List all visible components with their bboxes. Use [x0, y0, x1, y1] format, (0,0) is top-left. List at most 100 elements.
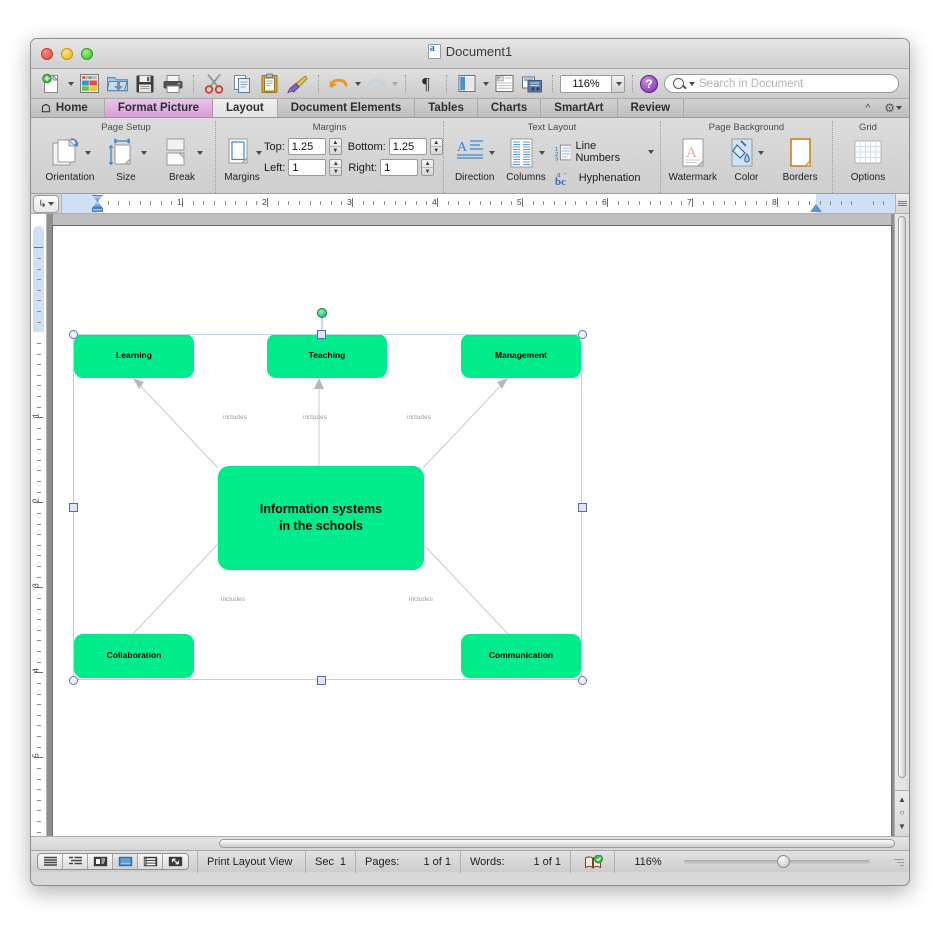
margin-left-field[interactable]: Left: 1 ▲ ▼: [264, 159, 343, 176]
margin-bottom-input[interactable]: 1.25: [388, 138, 427, 155]
zoom-stepper-icon[interactable]: [612, 74, 625, 93]
vertical-ruler[interactable]: 1 2 3 4 5: [31, 214, 47, 836]
page-color-dropdown-icon[interactable]: [758, 151, 765, 155]
resize-handle-bottom-center[interactable]: [317, 676, 326, 685]
document-canvas[interactable]: includes includes includes includes incl…: [47, 214, 894, 836]
line-numbers-button[interactable]: 123 Line Numbers: [555, 140, 654, 164]
resize-handle-bottom-left[interactable]: [69, 676, 78, 685]
zoom-value[interactable]: 116%: [560, 74, 612, 93]
resize-handle-top-right[interactable]: [578, 330, 587, 339]
zoom-slider[interactable]: [684, 854, 870, 868]
right-indent-marker[interactable]: [809, 204, 822, 212]
margin-left-stepper[interactable]: ▲ ▼: [329, 159, 343, 176]
sidebar-dropdown-icon[interactable]: [483, 81, 489, 86]
hyphenation-button[interactable]: a - bc Hyphenation: [555, 169, 654, 186]
outline-view-button[interactable]: [63, 854, 88, 869]
cut-button[interactable]: [201, 72, 227, 96]
size-dropdown-icon[interactable]: [141, 151, 147, 155]
margin-right-input[interactable]: 1: [380, 159, 419, 176]
collapse-ribbon-button[interactable]: ^: [859, 99, 878, 117]
watermark-button[interactable]: A Watermark: [667, 135, 719, 183]
margin-top-stepper[interactable]: ▲ ▼: [328, 138, 342, 155]
margins-dropdown-icon[interactable]: [256, 151, 262, 155]
redo-button[interactable]: [363, 72, 389, 96]
resize-handle-middle-left[interactable]: [69, 503, 78, 512]
tab-smartart[interactable]: SmartArt: [541, 99, 618, 117]
copy-button[interactable]: [229, 72, 255, 96]
resize-handle-top-center[interactable]: [317, 330, 326, 339]
spelling-status-cell[interactable]: [570, 850, 614, 873]
template-gallery-button[interactable]: [76, 72, 102, 96]
horizontal-scroll-thumb[interactable]: [219, 839, 895, 848]
undo-dropdown-icon[interactable]: [355, 81, 361, 86]
help-button[interactable]: ?: [640, 74, 658, 93]
tab-format-picture[interactable]: Format Picture: [104, 99, 213, 117]
size-button[interactable]: Size: [99, 135, 153, 183]
full-screen-view-button[interactable]: [163, 854, 188, 869]
search-scope-dropdown-icon[interactable]: [689, 81, 695, 86]
print-layout-view-button[interactable]: [113, 854, 138, 869]
publishing-layout-view-button[interactable]: [88, 854, 113, 869]
tab-home[interactable]: ☖ Home: [31, 99, 105, 117]
resize-handle-top-left[interactable]: [69, 330, 78, 339]
rotation-handle[interactable]: [317, 308, 327, 318]
document-page[interactable]: includes includes includes includes incl…: [53, 226, 891, 836]
tab-stop-selector[interactable]: ↳: [33, 195, 59, 213]
page-color-button[interactable]: Color: [721, 135, 773, 183]
margin-left-input[interactable]: 1: [288, 159, 327, 176]
margin-right-stepper[interactable]: ▲ ▼: [421, 159, 435, 176]
horizontal-scrollbar-row[interactable]: [31, 836, 909, 850]
tab-document-elements[interactable]: Document Elements: [278, 99, 416, 117]
previous-page-icon[interactable]: ▲: [898, 795, 906, 804]
save-document-button[interactable]: [132, 72, 158, 96]
margin-top-field[interactable]: Top: 1.25 ▲ ▼: [264, 138, 342, 155]
scroll-page-buttons[interactable]: ▲ ○ ▼: [895, 790, 909, 836]
page-borders-button[interactable]: Borders: [774, 135, 826, 183]
margin-bottom-stepper[interactable]: ▲ ▼: [429, 138, 443, 155]
text-direction-dropdown-icon[interactable]: [488, 151, 495, 155]
search-input[interactable]: Search in Document: [664, 74, 899, 93]
line-numbers-dropdown-icon[interactable]: [647, 150, 654, 154]
next-page-icon[interactable]: ▼: [898, 823, 906, 831]
open-document-button[interactable]: [104, 72, 130, 96]
notebook-layout-view-button[interactable]: [138, 854, 163, 869]
orientation-dropdown-icon[interactable]: [85, 151, 91, 155]
margins-button[interactable]: Margins: [222, 135, 262, 183]
orientation-button[interactable]: Orientation: [43, 135, 97, 183]
text-direction-button[interactable]: A Direction: [450, 135, 499, 183]
new-document-button[interactable]: [39, 72, 65, 96]
margin-bottom-field[interactable]: Bottom: 1.25 ▲ ▼: [348, 138, 443, 155]
resize-handle-bottom-right[interactable]: [578, 676, 587, 685]
print-document-button[interactable]: [160, 72, 186, 96]
tab-review[interactable]: Review: [618, 99, 685, 117]
vertical-scroll-thumb[interactable]: [898, 216, 906, 778]
zoom-slider-knob[interactable]: [777, 854, 790, 868]
horizontal-ruler[interactable]: 1 2 3 4 5 6 7 8: [61, 194, 895, 213]
tab-tables[interactable]: Tables: [415, 99, 478, 117]
columns-button[interactable]: Columns: [501, 135, 550, 183]
resize-grip[interactable]: [891, 855, 905, 869]
draft-view-button[interactable]: [38, 854, 63, 869]
paste-button[interactable]: [257, 72, 283, 96]
new-document-dropdown-icon[interactable]: [68, 81, 74, 86]
undo-button[interactable]: [326, 72, 352, 96]
ribbon-settings-button[interactable]: ⚙: [877, 99, 909, 117]
media-browser-button[interactable]: [519, 72, 545, 96]
tab-charts[interactable]: Charts: [478, 99, 542, 117]
margin-top-input[interactable]: 1.25: [287, 138, 326, 155]
tab-layout[interactable]: Layout: [213, 99, 278, 117]
resize-handle-middle-right[interactable]: [578, 503, 587, 512]
zoom-control[interactable]: 116%: [560, 74, 625, 93]
notebook-layout-button[interactable]: [491, 72, 517, 96]
left-indent-marker[interactable]: [92, 208, 103, 212]
columns-dropdown-icon[interactable]: [539, 151, 546, 155]
break-button[interactable]: Break: [155, 135, 209, 183]
sidebar-toggle-button[interactable]: [454, 72, 480, 96]
smartart-diagram[interactable]: includes includes includes includes incl…: [53, 226, 891, 836]
select-browse-object-icon[interactable]: ○: [900, 809, 905, 817]
break-dropdown-icon[interactable]: [197, 151, 203, 155]
grid-options-button[interactable]: Options: [841, 135, 895, 183]
show-formatting-marks-button[interactable]: ¶: [413, 72, 439, 96]
vertical-scrollbar[interactable]: ▲ ○ ▼: [894, 214, 909, 836]
redo-dropdown-icon[interactable]: [392, 81, 398, 86]
